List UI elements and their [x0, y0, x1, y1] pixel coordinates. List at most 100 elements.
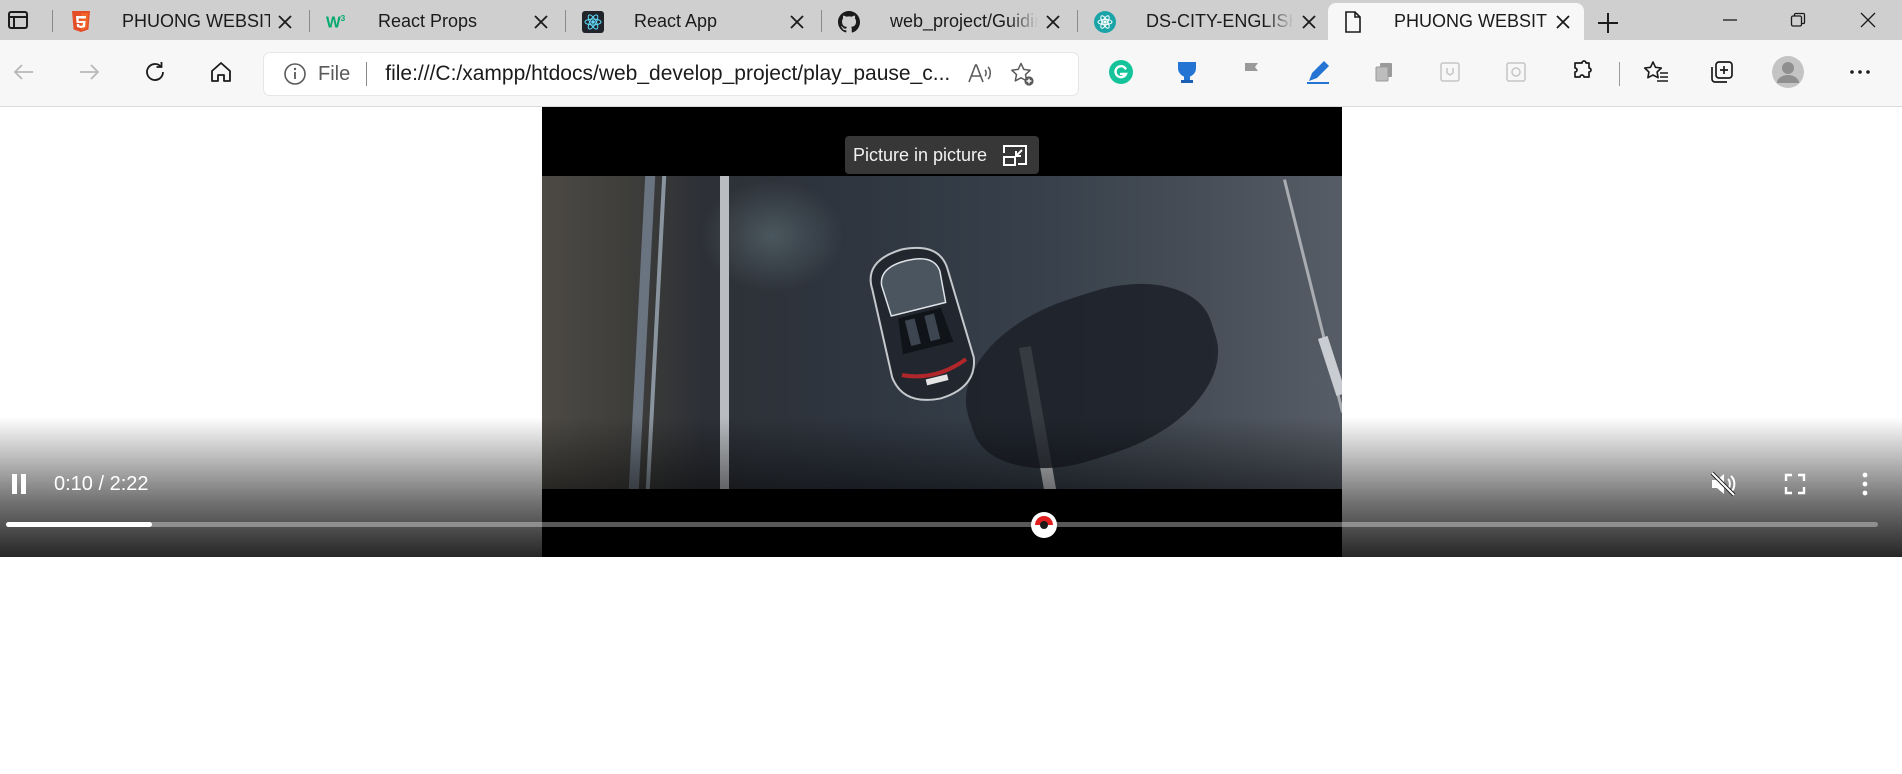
box-icon: [1440, 62, 1460, 82]
pause-icon: [12, 474, 26, 494]
pause-button[interactable]: [4, 469, 34, 499]
document-icon: [1342, 10, 1364, 33]
tab-close-icon[interactable]: [1548, 7, 1578, 37]
gear-box-icon: [1506, 62, 1526, 82]
minimize-icon: [1723, 19, 1737, 21]
picture-in-picture-button[interactable]: Picture in picture: [845, 136, 1039, 174]
back-button[interactable]: [4, 52, 44, 92]
html5-icon: [70, 10, 92, 33]
plus-icon: [1598, 13, 1618, 33]
settings-menu-button[interactable]: [1840, 52, 1880, 92]
tab-title: web_project/Guidin: [890, 11, 1038, 31]
profile-button[interactable]: [1768, 52, 1808, 92]
trophy-icon: [1178, 62, 1196, 83]
tab-separator: [52, 10, 53, 32]
tab-close-icon[interactable]: [1294, 7, 1324, 37]
github-icon: [838, 10, 860, 33]
flag-extension[interactable]: [1232, 52, 1272, 92]
toolbar-divider: [1619, 62, 1620, 86]
tab-title: DS-CITY-ENGLISH-T: [1146, 11, 1294, 31]
badge-extension[interactable]: [1167, 52, 1207, 92]
tab-close-icon[interactable]: [270, 7, 300, 37]
extensions-button[interactable]: [1562, 52, 1602, 92]
arrow-right-icon: [80, 64, 100, 80]
disabled-extension-2[interactable]: [1496, 52, 1536, 92]
address-divider: [366, 62, 368, 86]
arrow-left-icon: [13, 64, 33, 80]
tab-actions-icon: [8, 11, 28, 29]
minimize-button[interactable]: [1696, 0, 1764, 40]
collections-icon: [1711, 61, 1733, 83]
reload-button[interactable]: [135, 52, 175, 92]
more-vertical-icon: [1862, 472, 1868, 496]
volume-muted-icon: [1710, 471, 1736, 497]
close-window-button[interactable]: [1834, 0, 1902, 40]
time-display: 0:10 / 2:22: [54, 473, 149, 495]
avatar-icon: [1772, 56, 1804, 88]
tab-separator: [821, 10, 822, 32]
react-icon: [582, 10, 604, 33]
seek-progress: [6, 522, 153, 527]
home-button[interactable]: [201, 52, 241, 92]
add-favorite-icon[interactable]: [1005, 57, 1039, 91]
tab-title: React Props: [378, 11, 478, 31]
unmute-button[interactable]: [1708, 469, 1738, 499]
info-icon[interactable]: [282, 61, 308, 87]
more-horizontal-icon: [1850, 70, 1870, 74]
home-icon: [211, 62, 231, 82]
tab-close-icon[interactable]: [1038, 7, 1068, 37]
tab-react-app[interactable]: React App: [568, 3, 818, 40]
grammarly-extension[interactable]: [1101, 52, 1141, 92]
cursor-drag-handle: [1031, 512, 1057, 538]
tab-actions-button[interactable]: [0, 0, 36, 40]
tab-close-icon[interactable]: [782, 7, 812, 37]
forward-button[interactable]: [69, 52, 109, 92]
restore-icon: [1790, 12, 1806, 27]
fullscreen-button[interactable]: [1780, 469, 1810, 499]
car-image: [869, 246, 975, 401]
copy-icon: [1375, 63, 1392, 82]
tab-separator: [565, 10, 566, 32]
new-tab-button[interactable]: [1590, 5, 1626, 41]
more-options-button[interactable]: [1850, 469, 1880, 499]
copy-extension[interactable]: [1364, 52, 1404, 92]
svg-text:W: W: [326, 14, 341, 31]
grammarly-icon: [1109, 60, 1133, 84]
url-text[interactable]: file:///C:/xampp/htdocs/web_develop_proj…: [385, 62, 955, 86]
pip-label: Picture in picture: [853, 144, 988, 165]
pen-extension[interactable]: [1298, 52, 1338, 92]
picture-in-picture-icon: [1001, 141, 1029, 169]
address-bar[interactable]: File file:///C:/xampp/htdocs/web_develop…: [264, 53, 1078, 95]
scheme-label: File: [318, 62, 351, 85]
favorites-button[interactable]: [1636, 52, 1676, 92]
tab-phuong-website-1[interactable]: PHUONG WEBSITE: [56, 3, 306, 40]
tab-title: PHUONG WEBSITE: [1394, 11, 1548, 31]
reload-icon: [146, 62, 164, 81]
fullscreen-icon: [1784, 473, 1806, 495]
tab-title: React App: [634, 11, 718, 31]
flag-icon: [1245, 63, 1258, 82]
tab-phuong-website-active[interactable]: PHUONG WEBSITE: [1328, 3, 1584, 40]
pen-icon: [1307, 61, 1329, 84]
favorites-icon: [1643, 61, 1668, 82]
controls-gradient: [0, 417, 1902, 557]
tab-close-icon[interactable]: [526, 7, 556, 37]
tab-ds-city-english[interactable]: DS-CITY-ENGLISH-T: [1080, 3, 1330, 40]
svg-text:3: 3: [341, 14, 346, 23]
tab-strip: PHUONG WEBSITE W3 React Props React App …: [0, 0, 1902, 40]
collections-button[interactable]: [1702, 52, 1742, 92]
tab-separator: [309, 10, 310, 32]
read-aloud-icon[interactable]: [963, 57, 997, 91]
disabled-extension-1[interactable]: [1430, 52, 1470, 92]
seek-bar[interactable]: [6, 522, 1878, 527]
w3schools-icon: W3: [326, 11, 348, 33]
close-icon: [1860, 12, 1876, 28]
tab-react-props[interactable]: W3 React Props: [312, 3, 562, 40]
puzzle-icon: [1574, 60, 1592, 78]
tab-separator: [1077, 10, 1078, 32]
video-player[interactable]: Picture in picture 0:10 / 2:22: [0, 107, 1902, 557]
tab-title: PHUONG WEBSITE: [122, 11, 270, 31]
restore-button[interactable]: [1764, 0, 1832, 40]
browser-toolbar: File file:///C:/xampp/htdocs/web_develop…: [0, 40, 1902, 107]
tab-github-web-project[interactable]: web_project/Guidin: [824, 3, 1074, 40]
